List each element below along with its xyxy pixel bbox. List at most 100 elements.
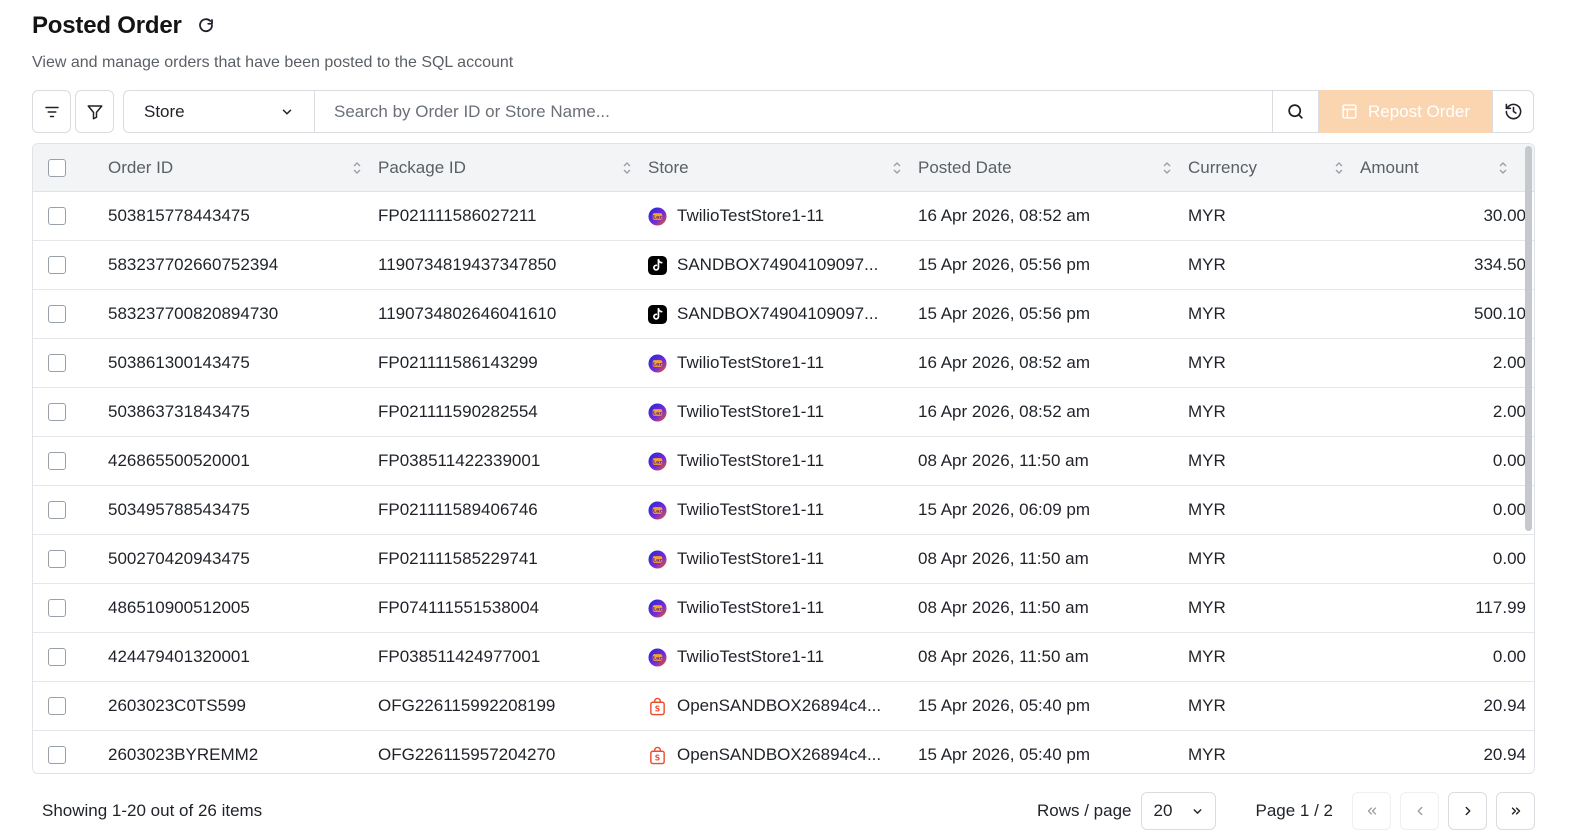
sort-options-button[interactable] bbox=[32, 90, 71, 133]
column-label: Order ID bbox=[108, 157, 174, 177]
vertical-scrollbar[interactable] bbox=[1525, 146, 1532, 531]
table-row[interactable]: 2603023BYREMM2 OFG226115957204270 S OpenSAN… bbox=[33, 731, 1534, 773]
currency-cell: MYR bbox=[1188, 402, 1226, 421]
package-id-cell: FP021111585229741 bbox=[378, 549, 538, 568]
table-row[interactable]: 500270420943475 FP021111585229741 Laz Twili… bbox=[33, 535, 1534, 584]
column-label: Amount bbox=[1360, 157, 1419, 177]
last-page-button[interactable] bbox=[1496, 792, 1535, 830]
row-checkbox[interactable] bbox=[48, 599, 66, 617]
package-id-cell: FP074111551538004 bbox=[378, 598, 540, 617]
search-input[interactable] bbox=[315, 91, 1272, 132]
lazada-icon: Laz bbox=[648, 451, 667, 471]
amount-cell: 20.94 bbox=[1483, 745, 1526, 764]
row-checkbox[interactable] bbox=[48, 354, 66, 372]
funnel-icon bbox=[87, 104, 102, 119]
svg-text:Laz: Laz bbox=[653, 606, 662, 612]
table-row[interactable]: 503495788543475 FP021111589406746 Laz Twili… bbox=[33, 486, 1534, 535]
store-name: TwilioTestStore1-11 bbox=[677, 500, 825, 519]
row-checkbox-cell bbox=[33, 633, 108, 681]
table-row[interactable]: 486510900512005 FP074111551538004 Laz Twili… bbox=[33, 584, 1534, 633]
svg-text:Laz: Laz bbox=[653, 214, 662, 220]
table-row[interactable]: 583237702660752394 1190734819437347850 SAN… bbox=[33, 241, 1534, 290]
svg-text:S: S bbox=[655, 704, 660, 713]
previous-page-button[interactable] bbox=[1400, 792, 1439, 830]
column-label: Posted Date bbox=[918, 157, 1012, 177]
search-button[interactable] bbox=[1273, 90, 1319, 133]
select-all-checkbox[interactable] bbox=[48, 158, 66, 177]
column-header-posted-date[interactable]: Posted Date bbox=[918, 144, 1188, 191]
repost-order-button[interactable]: Repost Order bbox=[1319, 90, 1492, 133]
package-id-cell: FP021111589406746 bbox=[378, 500, 538, 519]
row-checkbox[interactable] bbox=[48, 501, 66, 519]
amount-cell: 334.50 bbox=[1474, 255, 1526, 274]
row-checkbox[interactable] bbox=[48, 550, 66, 568]
first-page-button[interactable] bbox=[1352, 792, 1391, 830]
refresh-icon[interactable] bbox=[196, 16, 216, 36]
table-row[interactable]: 503815778443475 FP021111586027211 Laz Twili… bbox=[33, 192, 1534, 241]
row-checkbox[interactable] bbox=[48, 452, 66, 470]
order-id-cell: 583237700820894730 bbox=[108, 304, 279, 323]
amount-cell: 500.10 bbox=[1474, 304, 1526, 323]
table-row[interactable]: 583237700820894730 1190734802646041610 SAN… bbox=[33, 290, 1534, 339]
sort-icon[interactable] bbox=[892, 161, 902, 175]
column-header-currency[interactable]: Currency bbox=[1188, 144, 1360, 191]
header-checkbox-cell bbox=[33, 144, 108, 191]
row-checkbox[interactable] bbox=[48, 403, 66, 421]
posted-date-cell: 08 Apr 2026, 11:50 am bbox=[918, 549, 1089, 568]
table-row[interactable]: 503861300143475 FP021111586143299 Laz Twili… bbox=[33, 339, 1534, 388]
order-id-cell: 486510900512005 bbox=[108, 598, 250, 617]
row-checkbox[interactable] bbox=[48, 648, 66, 666]
currency-cell: MYR bbox=[1188, 353, 1226, 372]
store-cell: Laz TwilioTestStore1-11 bbox=[648, 486, 918, 534]
sort-icon[interactable] bbox=[1162, 161, 1172, 175]
store-select[interactable]: Store bbox=[123, 90, 314, 133]
posted-date-cell: 15 Apr 2026, 05:56 pm bbox=[918, 304, 1091, 323]
chevron-down-icon bbox=[1194, 808, 1202, 814]
row-checkbox-cell bbox=[33, 290, 108, 338]
pagination-footer: Showing 1-20 out of 26 items Rows / page… bbox=[32, 790, 1535, 832]
column-header-store[interactable]: Store bbox=[648, 144, 918, 191]
rows-per-page-select[interactable]: 20 bbox=[1141, 792, 1217, 830]
amount-cell: 0.00 bbox=[1492, 647, 1526, 666]
row-checkbox[interactable] bbox=[48, 746, 66, 764]
column-header-package-id[interactable]: Package ID bbox=[378, 144, 648, 191]
table-row[interactable]: 426865500520001 FP038511422339001 Laz Twili… bbox=[33, 437, 1534, 486]
sort-icon[interactable] bbox=[622, 161, 632, 175]
table-row[interactable]: 503863731843475 FP021111590282554 Laz Twili… bbox=[33, 388, 1534, 437]
svg-text:Laz: Laz bbox=[653, 410, 662, 416]
tiktok-icon bbox=[648, 304, 667, 324]
row-checkbox[interactable] bbox=[48, 305, 66, 323]
lazada-icon: Laz bbox=[648, 598, 667, 618]
filter-button[interactable] bbox=[75, 90, 114, 133]
search-box bbox=[314, 90, 1273, 133]
row-checkbox-cell bbox=[33, 241, 108, 289]
sort-icon[interactable] bbox=[1334, 161, 1344, 175]
repost-order-label: Repost Order bbox=[1367, 101, 1471, 121]
table-row[interactable]: 2603023C0TS599 OFG226115992208199 S OpenSAN… bbox=[33, 682, 1534, 731]
store-name: TwilioTestStore1-11 bbox=[677, 598, 825, 617]
order-id-cell: 503863731843475 bbox=[108, 402, 250, 421]
row-checkbox[interactable] bbox=[48, 256, 66, 274]
currency-cell: MYR bbox=[1188, 549, 1226, 568]
row-checkbox[interactable] bbox=[48, 697, 66, 715]
lazada-icon: Laz bbox=[648, 353, 667, 373]
pagination-controls: Rows / page 20 Page 1 / 2 bbox=[1037, 792, 1535, 830]
history-icon bbox=[1505, 103, 1521, 120]
posted-date-cell: 16 Apr 2026, 08:52 am bbox=[918, 206, 1091, 225]
sort-icon[interactable] bbox=[1498, 161, 1508, 175]
chevron-right-icon bbox=[1465, 806, 1470, 816]
package-id-cell: FP038511422339001 bbox=[378, 451, 541, 470]
package-id-cell: FP021111590282554 bbox=[378, 402, 538, 421]
row-checkbox[interactable] bbox=[48, 207, 66, 225]
store-cell: Laz TwilioTestStore1-11 bbox=[648, 584, 918, 632]
column-header-order-id[interactable]: Order ID bbox=[108, 144, 378, 191]
history-button[interactable] bbox=[1492, 90, 1534, 133]
svg-text:Laz: Laz bbox=[653, 508, 662, 514]
column-header-amount[interactable]: Amount bbox=[1360, 144, 1526, 191]
sort-icon[interactable] bbox=[352, 161, 362, 175]
table-row[interactable]: 424479401320001 FP038511424977001 Laz Twili… bbox=[33, 633, 1534, 682]
amount-cell: 0.00 bbox=[1492, 451, 1526, 470]
package-id-cell: FP021111586027211 bbox=[378, 206, 537, 225]
chevrons-left-icon bbox=[1367, 807, 1376, 815]
next-page-button[interactable] bbox=[1448, 792, 1487, 830]
